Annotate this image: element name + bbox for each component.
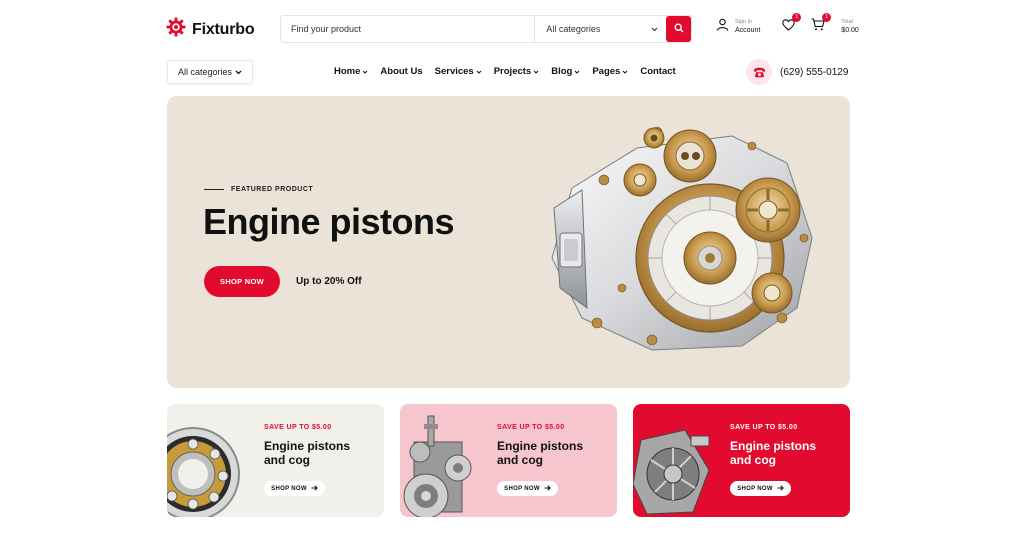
nav-item-blog[interactable]: Blog xyxy=(551,66,580,77)
cart-button[interactable]: 1 xyxy=(811,13,832,36)
hero-offer: Up to 20% Off xyxy=(296,276,362,287)
cart-total-label: Total xyxy=(841,19,853,25)
cart-total-value: $0.00 xyxy=(841,27,859,34)
nav-item-label: Blog xyxy=(551,66,573,77)
phone-number: (629) 555-0129 xyxy=(780,66,849,78)
phone-icon xyxy=(746,59,772,85)
nav-item-label: Services xyxy=(434,66,474,77)
chevron-down-icon xyxy=(574,66,580,77)
hero-banner: FEATURED PRODUCT Engine pistons SHOP NOW… xyxy=(167,96,850,388)
promo-shop-now-button[interactable]: SHOP NOW xyxy=(264,481,325,496)
nav-item-label: About Us xyxy=(380,66,423,77)
hero-tag-label: FEATURED PRODUCT xyxy=(231,186,314,193)
promo-save-label: SAVE UP TO $5.00 xyxy=(497,424,565,431)
gear-assembly-image xyxy=(400,404,480,517)
chevron-down-icon xyxy=(622,66,628,77)
promo-card-1[interactable]: SAVE UP TO $5.00 Engine pistons and cog … xyxy=(167,404,384,517)
account-link[interactable]: Sign In Account xyxy=(716,18,760,36)
nav-item-label: Pages xyxy=(592,66,621,77)
nav-item-label: Projects xyxy=(493,66,532,77)
nav-item-label: Contact xyxy=(640,66,676,77)
search-icon xyxy=(674,20,684,38)
all-categories-button[interactable]: All categories xyxy=(167,60,253,84)
logo-text: Fixturbo xyxy=(192,20,255,38)
header-actions: Sign In Account 1 1 Total $0.00 xyxy=(716,13,859,36)
main-nav: Home About Us Services Projects Blog Pag… xyxy=(334,66,676,77)
search-input[interactable] xyxy=(281,16,535,42)
account-label: Account xyxy=(735,27,761,34)
nav-item-about[interactable]: About Us xyxy=(380,66,422,77)
arrow-right-icon xyxy=(777,484,784,493)
promo-card-2[interactable]: SAVE UP TO $5.00 Engine pistons and cog … xyxy=(400,404,617,517)
page: Fixturbo All categories Sign In Account xyxy=(0,0,1017,534)
promo-title: Engine pistons and cog xyxy=(264,439,351,467)
hero-shop-now-button[interactable]: SHOP NOW xyxy=(204,266,280,297)
hero-title: Engine pistons xyxy=(203,201,455,242)
chevron-down-icon xyxy=(651,24,658,34)
gear-logo-icon xyxy=(166,17,186,42)
nav-item-contact[interactable]: Contact xyxy=(640,66,675,77)
differential-image xyxy=(633,404,718,517)
nav-item-pages[interactable]: Pages xyxy=(592,66,628,77)
promo-title: Engine pistons and cog xyxy=(497,439,584,467)
search-category-label: All categories xyxy=(546,24,601,34)
chevron-down-icon xyxy=(476,66,482,77)
promo-button-label: SHOP NOW xyxy=(271,485,307,492)
chevron-down-icon xyxy=(362,66,368,77)
divider xyxy=(204,189,224,190)
arrow-right-icon xyxy=(544,484,551,493)
wishlist-button[interactable]: 1 xyxy=(782,13,802,36)
promo-save-label: SAVE UP TO $5.00 xyxy=(730,424,798,431)
all-categories-label: All categories xyxy=(178,67,233,77)
bearing-image xyxy=(167,404,247,517)
nav-item-label: Home xyxy=(334,66,361,77)
promo-save-label: SAVE UP TO $5.00 xyxy=(264,424,332,431)
promo-title: Engine pistons and cog xyxy=(730,439,817,467)
sign-in-label: Sign In xyxy=(735,19,753,25)
cart-total: Total $0.00 xyxy=(841,19,859,35)
nav-item-home[interactable]: Home xyxy=(334,66,368,77)
promo-shop-now-button[interactable]: SHOP NOW xyxy=(497,481,558,496)
hero-tag: FEATURED PRODUCT xyxy=(204,186,313,193)
promo-shop-now-button[interactable]: SHOP NOW xyxy=(730,481,791,496)
arrow-right-icon xyxy=(311,484,318,493)
chevron-down-icon xyxy=(533,66,539,77)
wishlist-count-badge: 1 xyxy=(792,13,802,22)
promo-button-label: SHOP NOW xyxy=(504,485,540,492)
search-category-select[interactable]: All categories xyxy=(534,16,666,42)
chevron-down-icon xyxy=(235,67,242,77)
nav-item-services[interactable]: Services xyxy=(435,66,482,77)
nav-item-projects[interactable]: Projects xyxy=(494,66,540,77)
promo-button-label: SHOP NOW xyxy=(737,485,773,492)
phone-contact[interactable]: (629) 555-0129 xyxy=(746,59,848,85)
engine-image xyxy=(542,118,817,363)
cart-count-badge: 1 xyxy=(822,13,832,22)
promo-card-3[interactable]: SAVE UP TO $5.00 Engine pistons and cog … xyxy=(633,404,850,517)
user-icon xyxy=(716,18,729,36)
search-bar: All categories xyxy=(280,15,692,43)
search-button[interactable] xyxy=(666,16,691,42)
logo[interactable]: Fixturbo xyxy=(166,17,255,42)
